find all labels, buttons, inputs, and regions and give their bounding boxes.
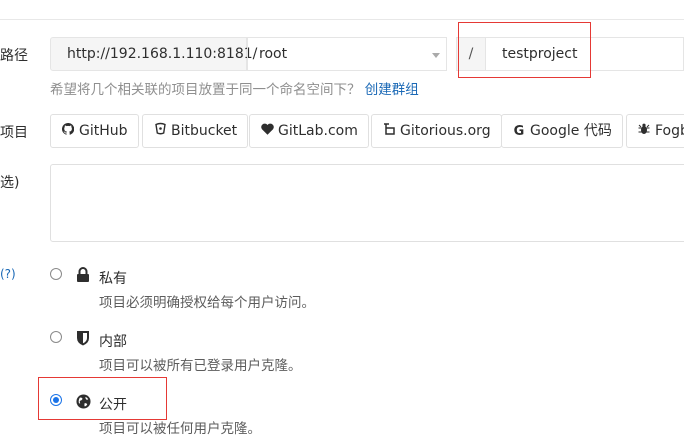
visibility-internal-title: 内部 [99, 334, 127, 350]
visibility-private-radio[interactable] [50, 268, 62, 280]
visibility-help-link[interactable]: (?) [0, 267, 16, 281]
import-label: 项目 [0, 125, 28, 141]
highlight-box-public [38, 377, 167, 420]
bitbucket-icon [153, 116, 167, 148]
github-icon [61, 116, 75, 148]
path-label: 路径 [0, 48, 28, 64]
import-gitlab-label: GitLab.com [278, 123, 358, 139]
shield-icon [76, 330, 90, 346]
chevron-down-icon [432, 53, 440, 58]
google-icon: G [513, 124, 525, 139]
top-divider [0, 19, 684, 20]
lock-icon [76, 267, 90, 283]
import-fogbugz-label: Fogb [655, 123, 684, 139]
visibility-internal-desc: 项目可以被所有已登录用户克隆。 [99, 358, 302, 374]
import-fogbugz-button[interactable]: Fogb [626, 114, 684, 148]
import-google-code-button[interactable]: G Google 代码 [501, 114, 623, 148]
import-bitbucket-button[interactable]: Bitbucket [142, 114, 249, 148]
description-label: 选) [0, 175, 20, 191]
namespace-value: root [259, 46, 288, 62]
import-github-label: GitHub [79, 123, 128, 139]
hint-text: 希望将几个相关联的项目放置于同一个命名空间下？ [50, 82, 361, 98]
namespace-hint: 希望将几个相关联的项目放置于同一个命名空间下？ 创建群组 [50, 78, 419, 98]
gitorious-icon [382, 116, 396, 148]
visibility-public-desc: 项目可以被任何用户克隆。 [99, 421, 261, 437]
bug-icon [637, 116, 651, 147]
description-textarea[interactable] [50, 164, 684, 242]
import-bitbucket-label: Bitbucket [171, 123, 238, 139]
heart-icon [260, 116, 274, 148]
import-gitorious-label: Gitorious.org [400, 123, 491, 139]
visibility-private-desc: 项目必须明确授权给每个用户访问。 [99, 295, 315, 311]
import-github-button[interactable]: GitHub [50, 114, 139, 148]
create-group-link[interactable]: 创建群组 [365, 82, 419, 98]
highlight-box-project-name [458, 22, 591, 78]
import-gitorious-button[interactable]: Gitorious.org [371, 114, 502, 148]
visibility-internal-radio[interactable] [50, 331, 62, 343]
visibility-private-title: 私有 [99, 271, 127, 287]
import-google-code-label: Google 代码 [530, 123, 612, 139]
import-gitlab-button[interactable]: GitLab.com [249, 114, 369, 148]
url-prefix: http://192.168.1.110:8181/ [50, 37, 257, 71]
namespace-select[interactable]: root [247, 37, 447, 71]
